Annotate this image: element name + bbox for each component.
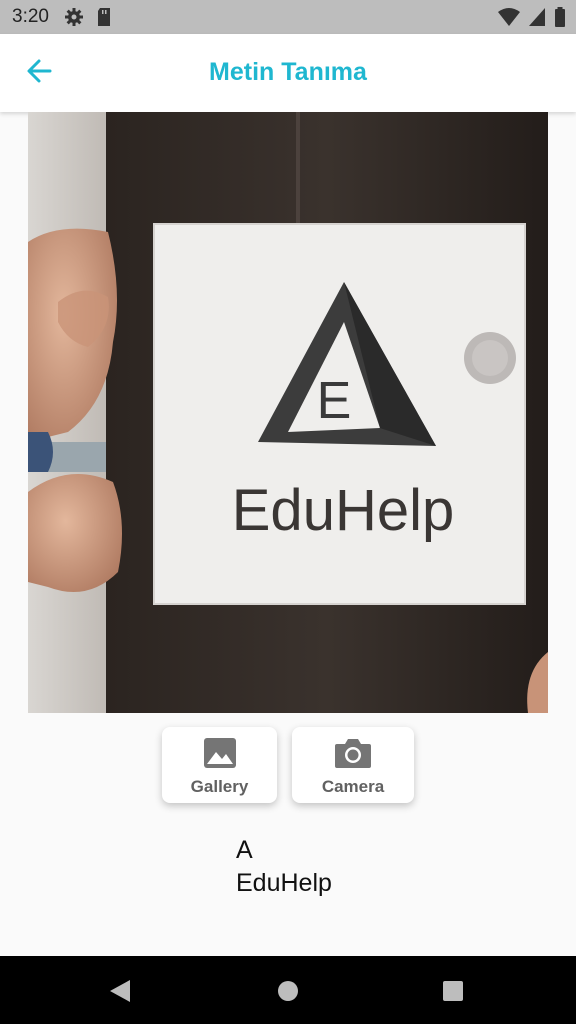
nav-recents-button[interactable] — [442, 978, 464, 1009]
home-circle-icon — [277, 981, 299, 1008]
page-title: Metin Tanıma — [209, 58, 367, 86]
signal-icon — [528, 7, 546, 32]
recognized-text: A EduHelp — [236, 836, 332, 897]
gallery-label: Gallery — [190, 777, 249, 796]
recents-square-icon — [442, 981, 464, 1008]
captured-photo: E EduHelp — [28, 112, 548, 713]
nav-back-button[interactable] — [108, 978, 132, 1009]
camera-label: Camera — [321, 777, 385, 796]
gear-icon — [64, 7, 84, 32]
gallery-button[interactable]: Gallery — [162, 727, 277, 803]
logo-letter: E — [317, 372, 352, 430]
logo-text: EduHelp — [232, 478, 454, 543]
status-time: 3:20 — [12, 6, 49, 27]
camera-icon — [334, 737, 372, 774]
app-bar: Metin Tanıma — [0, 34, 576, 112]
system-nav-bar — [0, 956, 576, 1024]
image-preview: E EduHelp — [28, 112, 548, 713]
image-icon — [203, 737, 237, 774]
wifi-icon — [498, 7, 520, 32]
camera-button[interactable]: Camera — [292, 727, 414, 803]
nav-home-button[interactable] — [277, 978, 299, 1009]
status-bar: 3:20 — [0, 0, 576, 34]
battery-icon — [554, 7, 566, 32]
back-triangle-icon — [108, 980, 132, 1008]
sd-card-icon — [96, 7, 112, 32]
